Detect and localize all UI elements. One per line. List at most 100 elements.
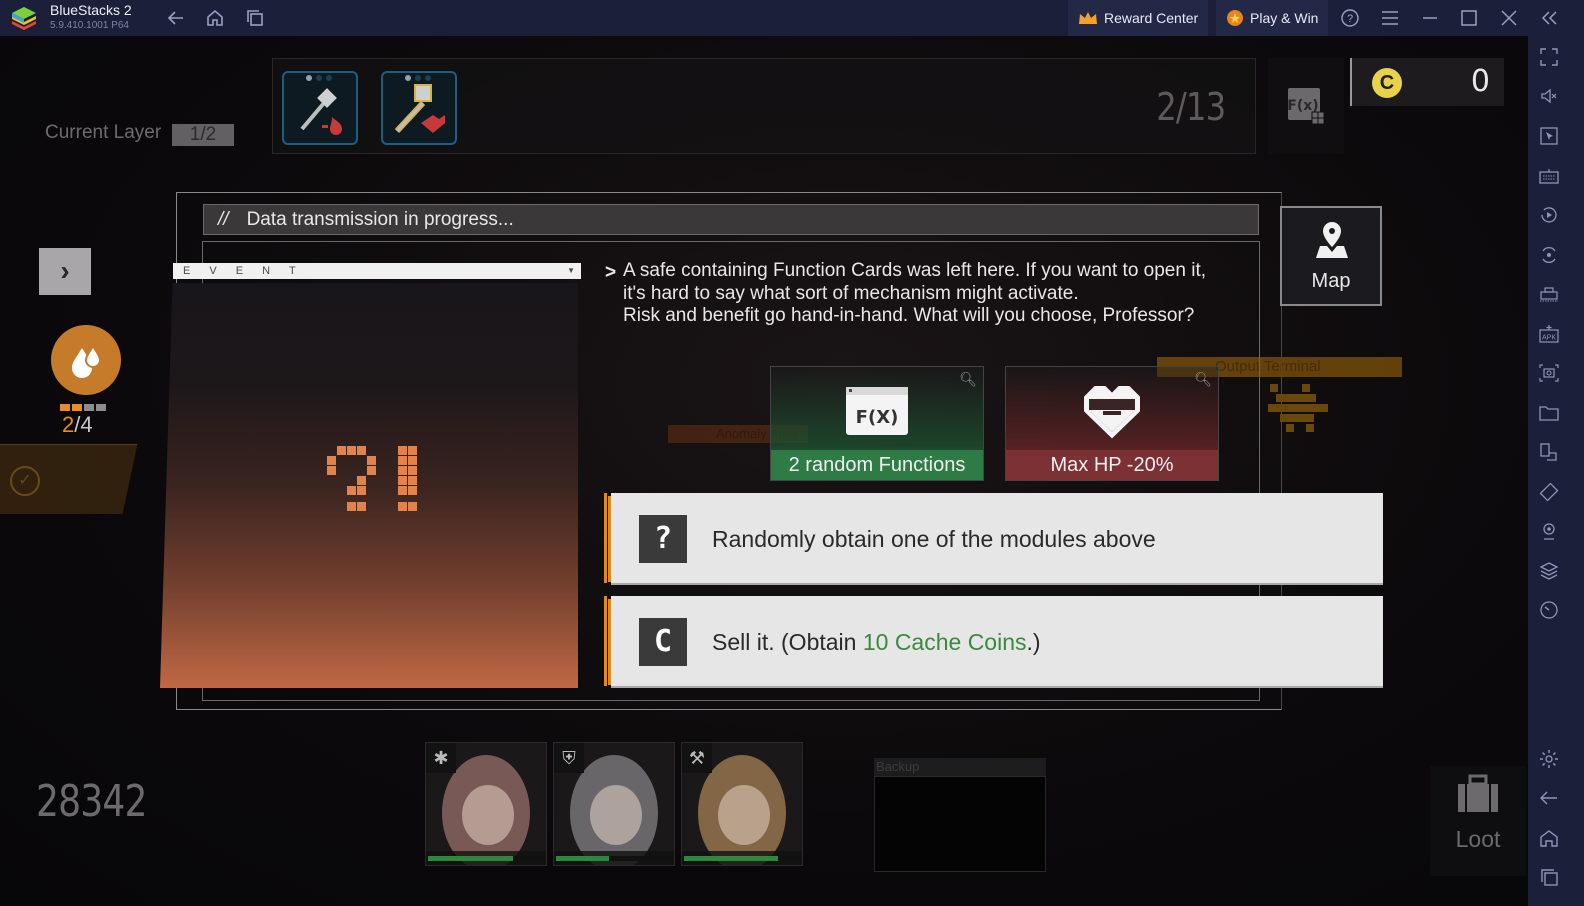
- relic-bar: 2/13: [272, 58, 1256, 154]
- play-win-badge-icon: [1227, 10, 1243, 26]
- settings-icon[interactable]: [1538, 748, 1560, 770]
- skill-charges: 2/4: [62, 412, 93, 437]
- sidebar-recent-apps-icon[interactable]: [1538, 866, 1560, 888]
- skill-charges-current: 2: [62, 412, 75, 437]
- relic-slot[interactable]: [282, 71, 358, 145]
- header-prefix: //: [218, 209, 229, 230]
- location-icon[interactable]: [1538, 520, 1560, 542]
- skill-charge-pips: [60, 404, 106, 411]
- screenshot-icon[interactable]: [1538, 362, 1560, 384]
- operator-hp-bar: [684, 856, 802, 861]
- reward-center-label: Reward Center: [1104, 10, 1199, 26]
- collapse-sidebar-icon[interactable]: [1537, 6, 1561, 30]
- bluestacks-logo-icon: [12, 7, 36, 30]
- operator-card[interactable]: ⚒: [681, 742, 803, 866]
- event-header-title: Data transmission in progress...: [246, 209, 514, 230]
- emulator-titlebar: BlueStacks 2 5.9.410.1001 P64 Reward Cen…: [0, 0, 1584, 36]
- operator-class-icon: ⚒: [682, 743, 712, 773]
- backup-slot[interactable]: Backup: [874, 758, 1046, 872]
- recent-apps-icon[interactable]: [243, 6, 267, 30]
- performance-icon[interactable]: [1538, 599, 1560, 621]
- choice-text-prefix: Sell it. (Obtain: [712, 629, 863, 655]
- choice-random-module[interactable]: ? Randomly obtain one of the modules abo…: [604, 493, 1383, 585]
- layers-icon[interactable]: [1538, 560, 1560, 582]
- operator-squad: ✱ ⛨ ⚒: [425, 742, 803, 866]
- event-tag: E V E N T ▼: [173, 263, 581, 279]
- svg-text:F(X): F(X): [856, 407, 899, 428]
- question-exclamation-icon: [327, 446, 417, 511]
- play-and-win-button[interactable]: Play & Win: [1216, 0, 1329, 36]
- backup-label: Backup: [874, 758, 1046, 776]
- briefcase-icon: [1458, 774, 1498, 812]
- check-icon: ✓: [10, 466, 40, 496]
- operator-card[interactable]: ⛨: [553, 742, 675, 866]
- question-mark-icon: ?: [639, 515, 687, 563]
- menu-icon[interactable]: [1378, 6, 1402, 30]
- current-layer-value: 1/2: [172, 124, 234, 146]
- floor-progress: 2/13: [1155, 85, 1226, 129]
- app-version: 5.9.410.1001 P64: [50, 20, 129, 31]
- skill-charges-total: 4: [80, 412, 93, 437]
- cache-coins-reward: 10 Cache Coins: [862, 629, 1027, 655]
- minimize-icon[interactable]: [1418, 6, 1442, 30]
- skill-button[interactable]: [51, 325, 121, 395]
- current-layer-label: Current Layer: [45, 122, 162, 143]
- inspect-icon[interactable]: 🔍︎: [1194, 371, 1212, 388]
- fullscreen-icon[interactable]: [1538, 46, 1560, 68]
- sword-heart-relic-icon: [394, 84, 445, 134]
- map-label: Map: [1311, 270, 1351, 292]
- keyboard-icon[interactable]: [1538, 165, 1560, 187]
- folder-icon[interactable]: [1538, 402, 1560, 424]
- charge-pip: [84, 404, 94, 411]
- expand-panel-button[interactable]: ›: [39, 248, 91, 295]
- app-name: BlueStacks 2: [50, 2, 132, 18]
- multi-instance-icon[interactable]: [1538, 441, 1560, 463]
- cache-coin-icon: C: [1372, 68, 1402, 98]
- operator-hp-bar: [556, 856, 674, 861]
- close-icon[interactable]: [1497, 6, 1521, 30]
- maximize-icon[interactable]: [1457, 6, 1481, 30]
- reward-label: 2 random Functions: [771, 450, 983, 480]
- pointer-icon[interactable]: [1538, 125, 1560, 147]
- volume-icon[interactable]: [1538, 85, 1560, 107]
- cache-coin-counter: C 0: [1350, 58, 1504, 106]
- sidebar-back-icon[interactable]: [1538, 787, 1560, 809]
- game-viewport: ✓ Output Terminal Anomaly Area Current L…: [0, 36, 1528, 906]
- backup-empty-slot: [874, 776, 1046, 872]
- sync-icon[interactable]: [1538, 244, 1560, 266]
- reward-card-functions[interactable]: 🔍︎ F(X) 2 random Functions: [770, 366, 984, 481]
- description-line: Risk and benefit go hand-in-hand. What w…: [623, 305, 1195, 326]
- heart-minus-icon: [1084, 386, 1140, 439]
- emulator-sidebar: APK: [1528, 36, 1584, 906]
- reward-label: Max HP -20%: [1006, 450, 1218, 480]
- caret-icon: >: [605, 262, 617, 283]
- event-header: // Data transmission in progress...: [203, 204, 1259, 235]
- loot-button[interactable]: Loot: [1430, 766, 1526, 876]
- rotate-icon[interactable]: [1538, 481, 1560, 503]
- relic-slot[interactable]: [381, 71, 457, 145]
- reward-center-button[interactable]: Reward Center: [1068, 0, 1209, 36]
- charge-pip: [72, 404, 82, 411]
- choice-text: Sell it. (Obtain 10 Cache Coins.): [712, 596, 1041, 688]
- apk-icon[interactable]: APK: [1538, 323, 1560, 345]
- event-tag-text: E V E N T: [183, 265, 304, 277]
- cache-coin-value: 0: [1470, 64, 1490, 99]
- operator-card[interactable]: ✱: [425, 742, 547, 866]
- help-icon[interactable]: ?: [1338, 6, 1362, 30]
- reward-card-max-hp[interactable]: 🔍︎ Max HP -20%: [1005, 366, 1219, 481]
- event-description: > A safe containing Function Cards was l…: [605, 260, 1245, 328]
- choice-text-suffix: .): [1026, 629, 1041, 655]
- install-game-icon[interactable]: [1538, 283, 1560, 305]
- choice-sell[interactable]: C Sell it. (Obtain 10 Cache Coins.): [604, 596, 1383, 688]
- back-icon[interactable]: [164, 6, 188, 30]
- sidebar-home-icon[interactable]: [1538, 827, 1560, 849]
- home-icon[interactable]: [203, 6, 227, 30]
- map-pin-icon: [1316, 222, 1348, 258]
- map-button[interactable]: Map: [1280, 206, 1382, 306]
- operator-class-icon: ✱: [426, 743, 456, 773]
- axe-blood-relic-icon: [300, 88, 342, 135]
- macro-record-icon[interactable]: [1538, 204, 1560, 226]
- inspect-icon[interactable]: 🔍︎: [959, 371, 977, 388]
- operator-hp-bar: [428, 856, 546, 861]
- function-cards-button[interactable]: F(x): [1268, 58, 1344, 154]
